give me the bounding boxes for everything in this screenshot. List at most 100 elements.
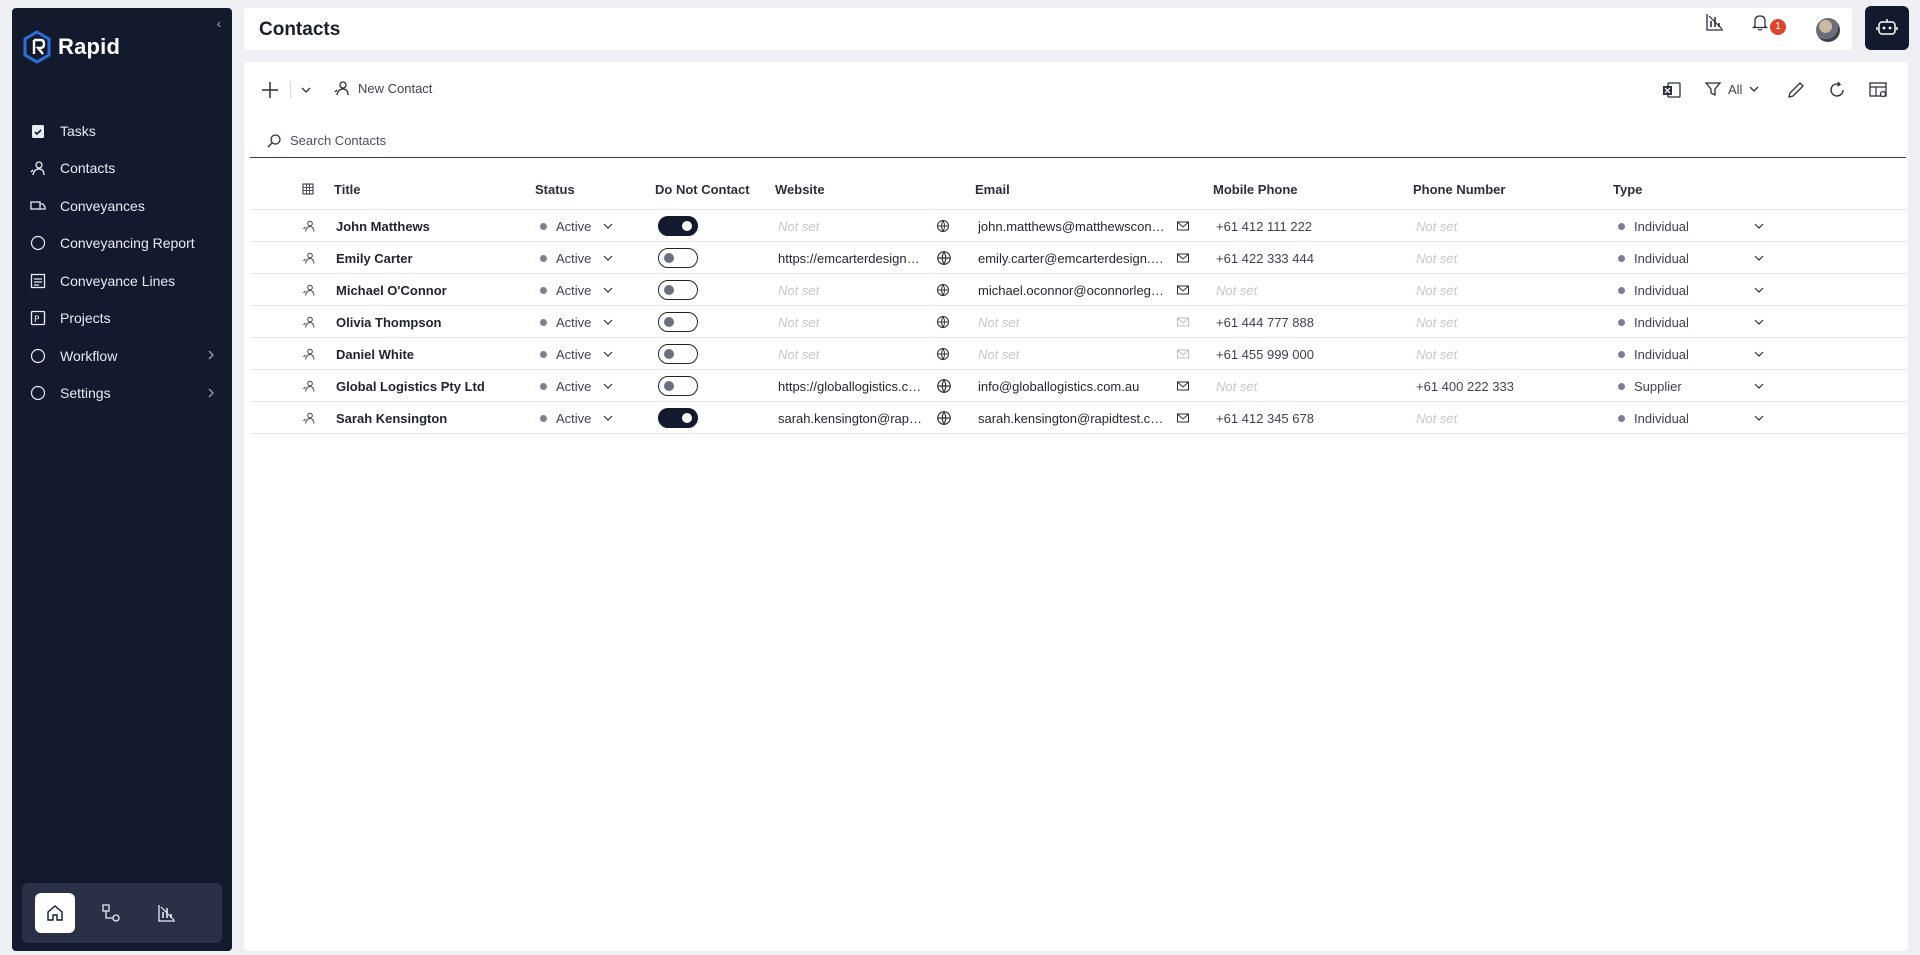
column-header-status[interactable]: Status xyxy=(535,168,575,210)
table-row[interactable]: Michael O'Connor Active Not set michael.oco… xyxy=(250,274,1908,306)
chevron-down-icon[interactable] xyxy=(601,283,615,297)
chevron-down-icon[interactable] xyxy=(601,379,615,393)
mobile-phone-cell[interactable]: Not set xyxy=(1216,370,1396,402)
chevron-down-icon[interactable] xyxy=(1752,251,1766,265)
chevron-down-icon[interactable] xyxy=(601,347,615,361)
contact-title[interactable]: Daniel White xyxy=(336,338,526,370)
website-cell[interactable]: https://emcarterdesign.com.au xyxy=(778,242,922,274)
brand-logo[interactable]: Rapid xyxy=(22,30,120,64)
refresh-button[interactable] xyxy=(1827,80,1847,100)
sidebar-item-conveyances[interactable]: Conveyances xyxy=(12,187,232,225)
notifications-button[interactable] xyxy=(1749,11,1771,33)
website-cell[interactable]: Not set xyxy=(778,306,922,338)
search-input[interactable] xyxy=(290,133,690,148)
globe-icon[interactable] xyxy=(936,219,950,233)
email-cell[interactable]: michael.oconnor@oconnorlegal.com.au xyxy=(978,274,1168,306)
status-select[interactable]: Active xyxy=(540,402,640,434)
status-select[interactable]: Active xyxy=(540,370,640,402)
phone-number-cell[interactable]: Not set xyxy=(1416,242,1596,274)
globe-icon[interactable] xyxy=(936,347,950,361)
table-row[interactable]: Daniel White Active Not set Not set +61 455 … xyxy=(250,338,1908,370)
type-select[interactable]: Individual xyxy=(1618,306,1768,338)
mail-icon[interactable] xyxy=(1176,411,1190,425)
status-select[interactable]: Active xyxy=(540,306,640,338)
workflow-button[interactable] xyxy=(91,893,131,933)
column-header-website[interactable]: Website xyxy=(775,168,825,210)
mobile-phone-cell[interactable]: +61 412 345 678 xyxy=(1216,402,1396,434)
chevron-down-icon[interactable] xyxy=(1752,379,1766,393)
grid-icon[interactable] xyxy=(302,168,314,210)
contact-title[interactable]: Emily Carter xyxy=(336,242,526,274)
contact-name[interactable]: Daniel White xyxy=(336,347,414,362)
contact-icon[interactable] xyxy=(302,251,316,265)
avatar[interactable] xyxy=(1816,18,1840,42)
mail-icon[interactable] xyxy=(1176,379,1190,393)
contact-name[interactable]: Global Logistics Pty Ltd xyxy=(336,379,485,394)
export-excel-button[interactable] xyxy=(1662,80,1682,100)
chevron-down-icon[interactable] xyxy=(601,315,615,329)
sidebar-item-projects[interactable]: P Projects xyxy=(12,300,232,338)
mail-icon[interactable] xyxy=(1176,283,1190,297)
phone-number-cell[interactable]: Not set xyxy=(1416,402,1596,434)
phone-number-cell[interactable]: +61 400 222 333 xyxy=(1416,370,1596,402)
globe-icon[interactable] xyxy=(936,283,950,297)
type-select[interactable]: Supplier xyxy=(1618,370,1768,402)
column-settings-button[interactable] xyxy=(1868,80,1888,100)
contact-title[interactable]: Global Logistics Pty Ltd xyxy=(336,370,526,402)
contact-title[interactable]: Olivia Thompson xyxy=(336,306,526,338)
table-row[interactable]: John Matthews Active Not set john.matthews@… xyxy=(250,210,1908,242)
type-select[interactable]: Individual xyxy=(1618,402,1768,434)
column-header-phone-number[interactable]: Phone Number xyxy=(1413,168,1505,210)
website-cell[interactable]: Not set xyxy=(778,338,922,370)
mobile-phone-cell[interactable]: Not set xyxy=(1216,274,1396,306)
email-cell[interactable]: Not set xyxy=(978,306,1168,338)
table-row[interactable]: Olivia Thompson Active Not set Not set +61 4… xyxy=(250,306,1908,338)
contact-name[interactable]: Emily Carter xyxy=(336,251,413,266)
phone-number-cell[interactable]: Not set xyxy=(1416,274,1596,306)
contact-icon[interactable] xyxy=(302,283,316,297)
add-icon[interactable] xyxy=(260,80,280,100)
chevron-down-icon[interactable] xyxy=(1752,411,1766,425)
website-cell[interactable]: https://globallogistics.com.au xyxy=(778,370,922,402)
sidebar-item-workflow[interactable]: Workflow xyxy=(12,337,232,375)
edit-button[interactable] xyxy=(1786,80,1806,100)
mail-icon[interactable] xyxy=(1176,219,1190,233)
chevron-down-icon[interactable] xyxy=(601,219,615,233)
do-not-contact-toggle[interactable] xyxy=(658,248,698,268)
mobile-phone-cell[interactable]: +61 444 777 888 xyxy=(1216,306,1396,338)
do-not-contact-toggle[interactable] xyxy=(658,408,698,428)
globe-icon[interactable] xyxy=(936,378,952,394)
chevron-down-icon[interactable] xyxy=(601,411,615,425)
sidebar-item-conveyance-lines[interactable]: Conveyance Lines xyxy=(12,262,232,300)
type-select[interactable]: Individual xyxy=(1618,210,1768,242)
status-select[interactable]: Active xyxy=(540,210,640,242)
globe-icon[interactable] xyxy=(936,250,952,266)
email-cell[interactable]: sarah.kensington@rapidtest.com.au xyxy=(978,402,1168,434)
column-header-type[interactable]: Type xyxy=(1613,168,1642,210)
email-cell[interactable]: john.matthews@matthewsconsulting.com.au xyxy=(978,210,1168,242)
column-header-mobile-phone[interactable]: Mobile Phone xyxy=(1213,168,1298,210)
table-row[interactable]: Global Logistics Pty Ltd Active https://gl… xyxy=(250,370,1908,402)
mobile-phone-cell[interactable]: +61 412 111 222 xyxy=(1216,210,1396,242)
column-header-do-not-contact[interactable]: Do Not Contact xyxy=(655,168,750,210)
analytics-button[interactable] xyxy=(147,893,187,933)
phone-number-cell[interactable]: Not set xyxy=(1416,306,1596,338)
email-cell[interactable]: emily.carter@emcarterdesign.com.au xyxy=(978,242,1168,274)
status-select[interactable]: Active xyxy=(540,242,640,274)
chevron-down-icon[interactable] xyxy=(300,84,312,96)
do-not-contact-toggle[interactable] xyxy=(658,216,698,236)
sidebar-item-contacts[interactable]: Contacts xyxy=(12,150,232,188)
contact-name[interactable]: Michael O'Connor xyxy=(336,283,447,298)
email-cell[interactable]: Not set xyxy=(978,338,1168,370)
website-cell[interactable]: Not set xyxy=(778,210,922,242)
chevron-down-icon[interactable] xyxy=(1752,347,1766,361)
website-cell[interactable]: sarah.kensington@rapidtest.com.au xyxy=(778,402,922,434)
do-not-contact-toggle[interactable] xyxy=(658,312,698,332)
contact-title[interactable]: Michael O'Connor xyxy=(336,274,526,306)
table-row[interactable]: Emily Carter Active https://emcarterdesign… xyxy=(250,242,1908,274)
sidebar-item-conveyancing-report[interactable]: Conveyancing Report xyxy=(12,225,232,263)
contact-name[interactable]: John Matthews xyxy=(336,219,430,234)
type-select[interactable]: Individual xyxy=(1618,242,1768,274)
chevron-down-icon[interactable] xyxy=(1752,315,1766,329)
contact-icon[interactable] xyxy=(302,315,316,329)
